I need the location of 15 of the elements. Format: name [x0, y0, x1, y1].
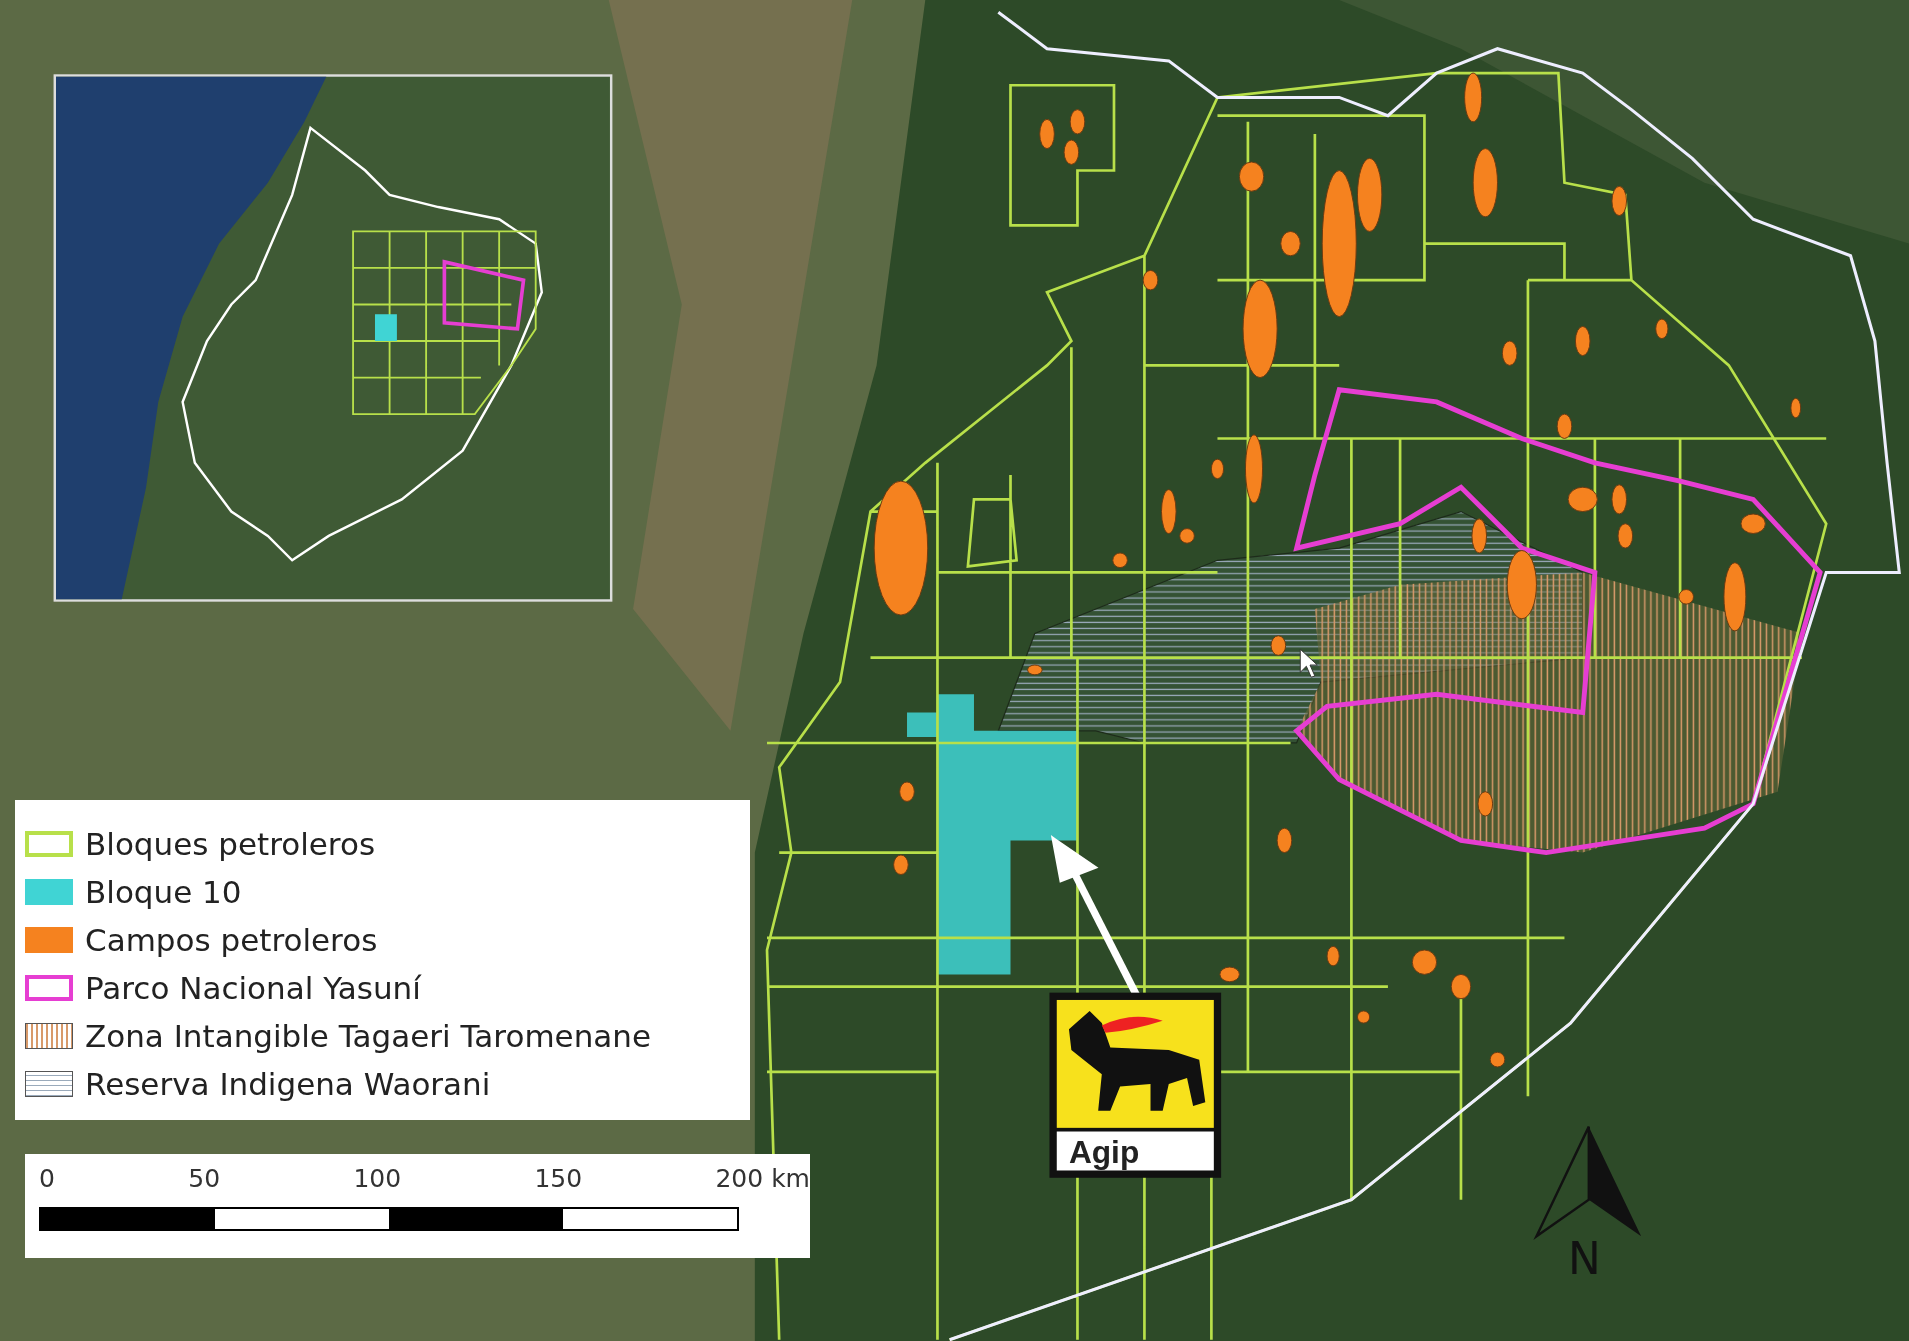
legend-label: Parco Nacional Yasuní [85, 970, 421, 1006]
north-arrow-icon [1533, 1125, 1642, 1240]
legend-label: Reserva Indigena Waorani [85, 1066, 491, 1102]
legend-label: Campos petroleros [85, 922, 378, 958]
legend-label: Bloques petroleros [85, 826, 376, 862]
scale-label: 100 [353, 1164, 402, 1193]
north-label: N [1568, 1233, 1601, 1284]
legend-label: Bloque 10 [85, 874, 242, 910]
cursor-icon [1299, 648, 1318, 678]
scale-label: 50 [188, 1164, 221, 1193]
scale-label: 150 [534, 1164, 583, 1193]
logo-text: Agip [1068, 1134, 1140, 1171]
scale-label: 200 km [715, 1164, 810, 1193]
legend-label: Zona Intangible Tagaeri Taromenane [85, 1018, 652, 1054]
scale-label: 0 [39, 1164, 55, 1193]
